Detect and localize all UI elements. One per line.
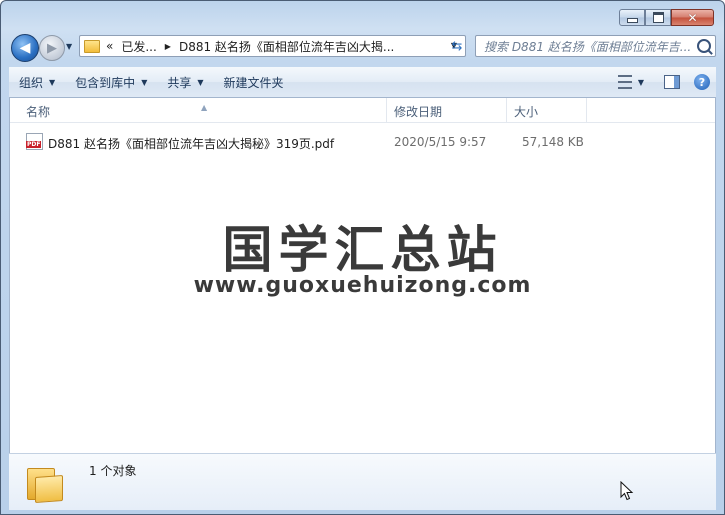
view-dropdown-icon[interactable]: ▼ — [638, 78, 644, 87]
file-name: D881 赵名扬《面相部位流年吉凶大揭秘》319页.pdf — [48, 137, 335, 151]
file-date: 2020/5/15 9:57 — [394, 135, 487, 149]
command-bar: 组织 ▼ 包含到库中 ▼ 共享 ▼ 新建文件夹 ▼ ? — [9, 67, 716, 98]
address-bar[interactable]: « 已发... ▶ D881 赵名扬《面相部位流年吉凶大揭... ▼ — [79, 35, 466, 57]
close-icon: ✕ — [687, 10, 698, 25]
column-header-size[interactable]: 大小 — [514, 103, 538, 120]
watermark-title: 国学汇总站 — [222, 221, 503, 279]
item-count: 1 个对象 — [89, 464, 137, 478]
chevron-right-icon[interactable]: ▶ — [165, 42, 171, 51]
minimize-icon — [626, 18, 638, 23]
arrow-right-icon: ▶ — [47, 40, 57, 56]
details-pane: 1 个对象 — [9, 453, 716, 510]
watermark-url: www.guoxuehuizong.com — [193, 273, 532, 298]
new-folder-label: 新建文件夹 — [223, 75, 284, 90]
share-button[interactable]: 共享 ▼ — [157, 67, 213, 97]
explorer-window: ✕ ◀ ▶ ▼ « 已发... ▶ D881 赵名扬《面相部位流年吉凶大揭...… — [0, 0, 725, 515]
include-in-library-label: 包含到库中 — [75, 75, 136, 90]
column-header-name[interactable]: 名称 — [26, 103, 50, 120]
search-icon[interactable] — [697, 39, 711, 53]
organize-label: 组织 — [19, 75, 44, 90]
file-list: ▲ 名称 修改日期 大小 D881 赵名扬《面相部位流年吉凶大揭秘》319页.p… — [9, 98, 716, 453]
recent-pages-dropdown[interactable]: ▼ — [66, 42, 72, 51]
close-button[interactable]: ✕ — [671, 9, 714, 26]
chevron-down-icon: ▼ — [141, 77, 148, 87]
refresh-icon: ⇆ — [451, 38, 463, 54]
include-in-library-button[interactable]: 包含到库中 ▼ — [65, 67, 157, 97]
address-overflow[interactable]: « — [106, 39, 113, 53]
column-header-date[interactable]: 修改日期 — [394, 103, 442, 120]
help-icon[interactable]: ? — [694, 74, 710, 90]
view-options-icon[interactable] — [617, 75, 632, 89]
maximize-icon — [652, 12, 664, 23]
minimize-button[interactable] — [619, 9, 645, 26]
forward-button[interactable]: ▶ — [39, 35, 65, 61]
share-label: 共享 — [167, 75, 192, 90]
file-row[interactable]: D881 赵名扬《面相部位流年吉凶大揭秘》319页.pdf 2020/5/15 … — [18, 132, 707, 152]
breadcrumb-item-current[interactable]: D881 赵名扬《面相部位流年吉凶大揭... — [179, 38, 394, 55]
refresh-button[interactable]: ⇆ — [446, 36, 468, 56]
navigation-bar: ◀ ▶ ▼ « 已发... ▶ D881 赵名扬《面相部位流年吉凶大揭... ▼… — [9, 34, 716, 62]
preview-pane-icon[interactable] — [664, 75, 680, 89]
arrow-left-icon: ◀ — [19, 40, 31, 56]
search-placeholder: 搜索 D881 赵名扬《面相部位流年吉... — [484, 39, 692, 54]
breadcrumb-item-parent[interactable]: 已发... — [121, 38, 156, 55]
folder-icon — [84, 39, 100, 53]
window-controls: ✕ — [619, 9, 714, 26]
organize-button[interactable]: 组织 ▼ — [9, 67, 65, 97]
sort-ascending-icon: ▲ — [201, 103, 208, 112]
column-divider[interactable] — [386, 98, 387, 122]
back-button[interactable]: ◀ — [11, 34, 39, 62]
column-divider[interactable] — [506, 98, 507, 122]
column-divider[interactable] — [586, 98, 587, 122]
new-folder-button[interactable]: 新建文件夹 — [214, 67, 294, 97]
file-size: 57,148 KB — [522, 135, 584, 149]
column-headers: ▲ 名称 修改日期 大小 — [10, 98, 715, 123]
maximize-button[interactable] — [645, 9, 671, 26]
folder-icon — [27, 464, 63, 503]
search-input[interactable]: 搜索 D881 赵名扬《面相部位流年吉... — [475, 35, 716, 57]
pdf-file-icon — [26, 133, 43, 150]
toolbar-right: ▼ ? — [617, 74, 716, 90]
chevron-down-icon: ▼ — [197, 77, 204, 87]
chevron-down-icon: ▼ — [49, 77, 56, 87]
